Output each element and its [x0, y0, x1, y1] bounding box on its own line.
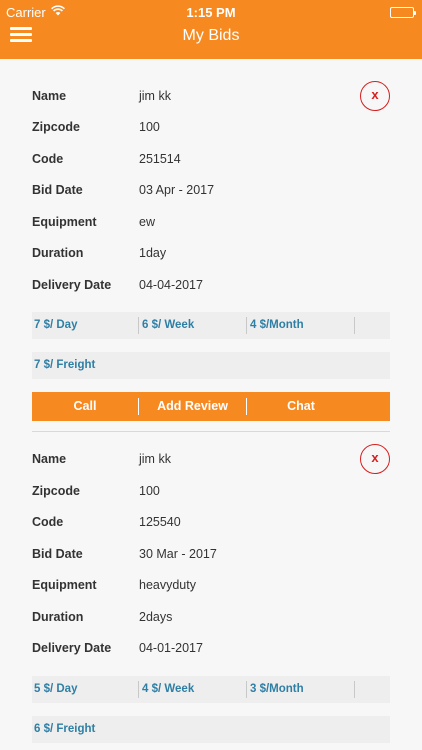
delivery-date-label: Delivery Date [32, 278, 112, 292]
duration-label: Duration [32, 610, 84, 624]
freight-rate: 7 $/ Freight [32, 352, 390, 379]
duration-label: Duration [32, 246, 84, 260]
code-label: Code [32, 515, 64, 529]
battery-icon [390, 7, 416, 18]
rate-day: 7 $/ Day [34, 319, 78, 331]
name-label: Name [32, 89, 67, 103]
nav-header: Carrier 1:15 PM My Bids [0, 0, 422, 59]
bid-date-value: 30 Mar - 2017 [139, 547, 217, 561]
bid-date-label: Bid Date [32, 547, 83, 561]
equipment-value: heavyduty [139, 578, 196, 592]
delivery-date-value: 04-01-2017 [139, 641, 203, 655]
duration-value: 1day [139, 246, 167, 260]
name-label: Name [32, 452, 67, 466]
bid-date-value: 03 Apr - 2017 [139, 183, 215, 197]
code-value: 125540 [139, 515, 181, 529]
name-value: jim kk [139, 452, 171, 466]
rate-week: 4 $/ Week [142, 683, 195, 695]
rate-month: 4 $/Month [250, 319, 304, 331]
bid-date-label: Bid Date [32, 183, 83, 197]
rates-bar: 7 $/ Day 6 $/ Week 4 $/Month [32, 312, 390, 339]
rate-week: 6 $/ Week [142, 319, 195, 331]
zipcode-label: Zipcode [32, 120, 80, 134]
equipment-label: Equipment [32, 578, 97, 592]
name-value: jim kk [139, 89, 171, 103]
status-bar: Carrier 1:15 PM [0, 3, 422, 21]
rate-day: 5 $/ Day [34, 683, 78, 695]
code-value: 251514 [139, 152, 181, 166]
freight-rate: 6 $/ Freight [32, 716, 390, 743]
remove-bid-button[interactable]: x [360, 81, 390, 111]
equipment-label: Equipment [32, 215, 97, 229]
zipcode-value: 100 [139, 120, 160, 134]
code-label: Code [32, 152, 64, 166]
zipcode-value: 100 [139, 484, 160, 498]
card-divider [32, 431, 390, 432]
page-title: My Bids [182, 27, 240, 44]
rate-month: 3 $/Month [250, 683, 304, 695]
delivery-date-label: Delivery Date [32, 641, 112, 655]
zipcode-label: Zipcode [32, 484, 80, 498]
equipment-value: ew [139, 215, 155, 229]
bid-actions-bar: Call Add Review Chat [32, 392, 390, 421]
rates-bar: 5 $/ Day 4 $/ Week 3 $/Month [32, 676, 390, 703]
remove-bid-button[interactable]: x [360, 444, 390, 474]
chat-button[interactable]: Chat [247, 392, 355, 421]
delivery-date-value: 04-04-2017 [139, 278, 203, 292]
call-button[interactable]: Call [32, 392, 138, 421]
duration-value: 2days [139, 610, 173, 624]
clock-label: 1:15 PM [186, 5, 236, 20]
add-review-button[interactable]: Add Review [139, 392, 246, 421]
